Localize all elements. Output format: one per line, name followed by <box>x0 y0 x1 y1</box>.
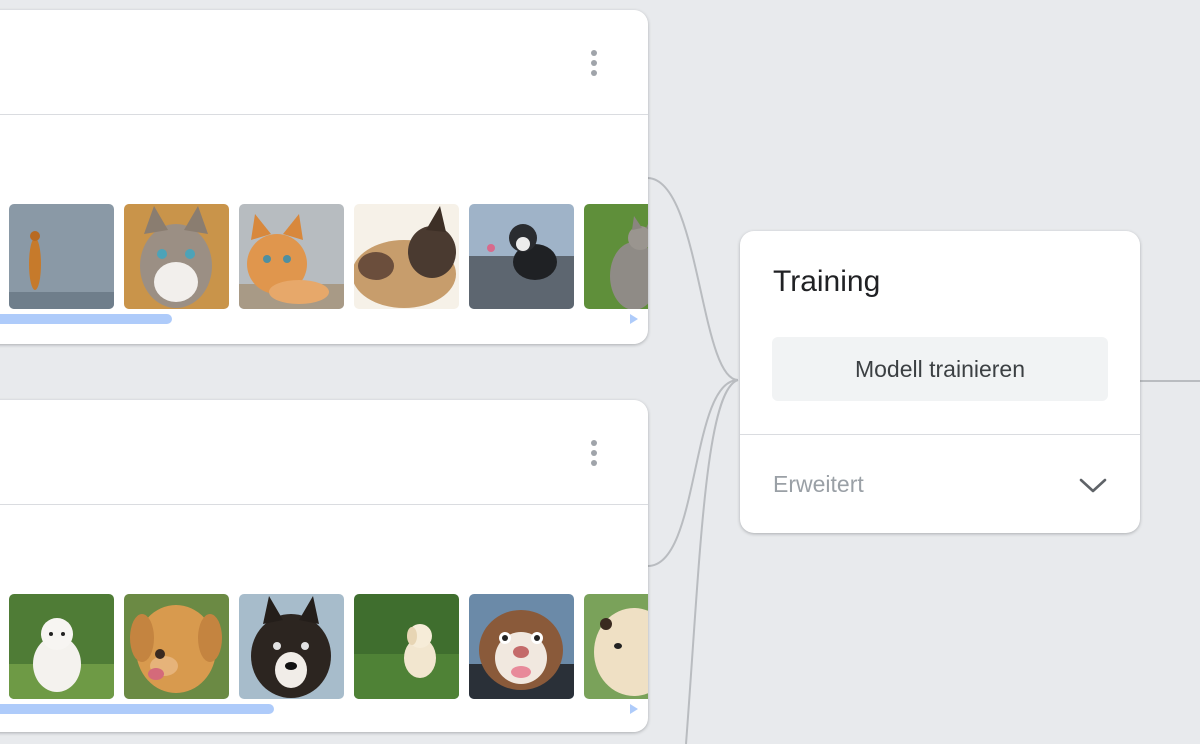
dog-image-2[interactable] <box>124 594 229 699</box>
scrollbar-thumb[interactable] <box>0 704 274 714</box>
chevron-down-icon <box>1079 478 1107 493</box>
advanced-label: Erweitert <box>773 471 864 497</box>
scrollbar-thumb[interactable] <box>0 314 172 324</box>
dog-image-3[interactable] <box>239 594 344 699</box>
training-panel: Training Modell trainieren Erweitert <box>740 231 1140 533</box>
sample-thumbnail-row[interactable] <box>9 594 648 700</box>
dog-image-1[interactable] <box>9 594 114 699</box>
class-card-header <box>0 400 648 505</box>
class-card-header <box>0 10 648 115</box>
thumbnail-scrollbar[interactable] <box>0 314 620 324</box>
dog-image-4[interactable] <box>354 594 459 699</box>
scroll-right-arrow-icon[interactable] <box>630 314 638 324</box>
thumbnail-scrollbar[interactable] <box>0 704 620 714</box>
dog-image-5[interactable] <box>469 594 574 699</box>
cat-image-4[interactable] <box>354 204 459 309</box>
cat-image-3[interactable] <box>239 204 344 309</box>
train-model-button[interactable]: Modell trainieren <box>772 337 1108 401</box>
cat-image-5[interactable] <box>469 204 574 309</box>
cat-image-1[interactable] <box>9 204 114 309</box>
class-card-cats <box>0 10 648 344</box>
dog-image-6[interactable] <box>584 594 648 699</box>
training-title: Training <box>773 265 881 298</box>
class-card-dogs <box>0 400 648 732</box>
advanced-toggle[interactable]: Erweitert <box>740 435 1140 533</box>
more-vert-icon[interactable] <box>586 440 602 472</box>
cat-image-2[interactable] <box>124 204 229 309</box>
cat-image-6[interactable] <box>584 204 648 309</box>
scroll-right-arrow-icon[interactable] <box>630 704 638 714</box>
more-vert-icon[interactable] <box>586 50 602 82</box>
sample-thumbnail-row[interactable] <box>9 204 648 310</box>
